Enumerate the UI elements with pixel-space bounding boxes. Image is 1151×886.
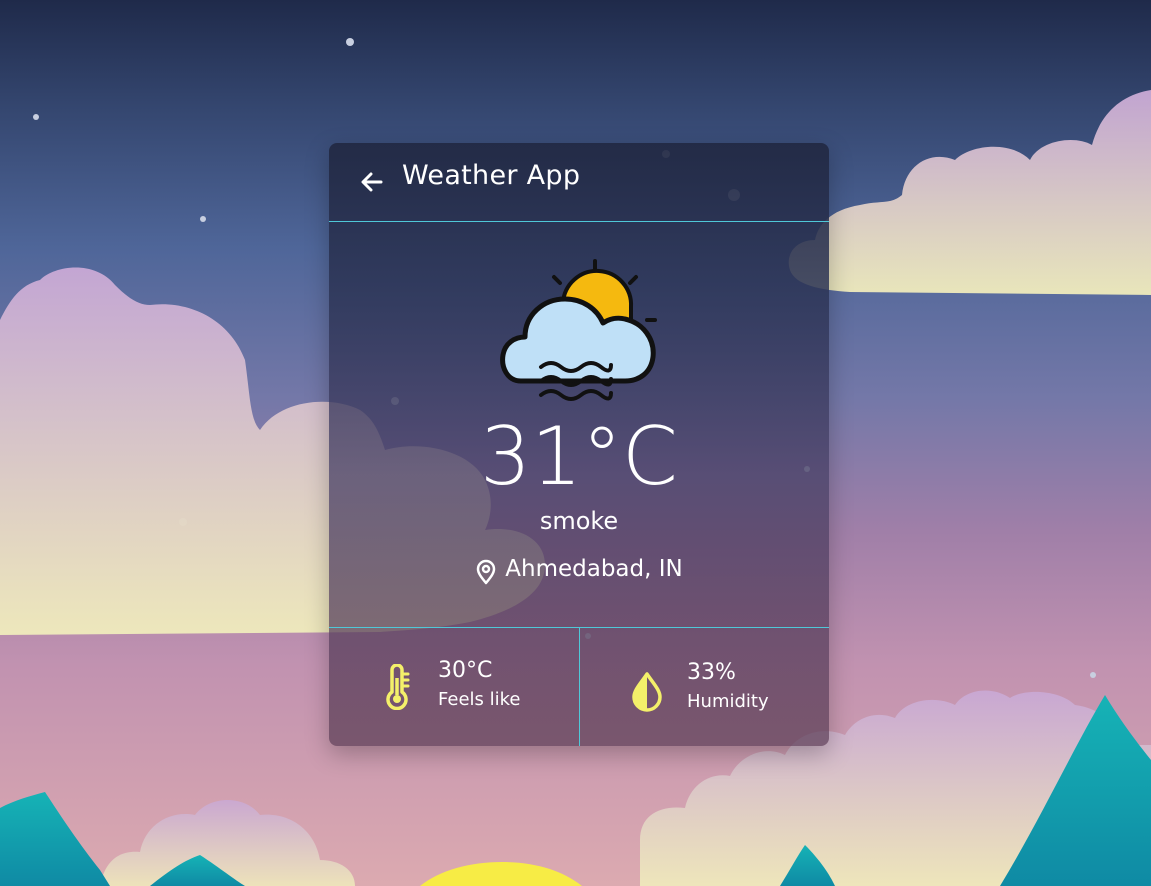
humidity-value: 33% xyxy=(687,660,736,685)
water-drop-icon xyxy=(632,672,662,712)
app-title: Weather App xyxy=(402,160,581,191)
location: Ahmedabad, IN xyxy=(329,553,829,585)
location-name: Ahmedabad, IN xyxy=(505,556,683,582)
temperature: 31°C xyxy=(480,410,678,503)
weather-condition: smoke xyxy=(539,507,619,535)
card-header: Weather App xyxy=(329,143,829,222)
cloud-sun-fog-icon xyxy=(500,259,657,401)
weather-card: Weather App 31°C smoke Ahmedabad, IN 30°… xyxy=(329,143,829,746)
weather-app-scene: Weather App 31°C smoke Ahmedabad, IN 30°… xyxy=(0,0,1151,886)
arrow-left-icon[interactable] xyxy=(359,169,385,195)
sun-horizon xyxy=(420,862,582,886)
thermometer-icon xyxy=(386,664,410,710)
feels-like-stat: 30°C Feels like xyxy=(329,628,578,746)
map-pin-icon xyxy=(477,559,496,585)
feels-like-value: 30°C xyxy=(438,658,493,683)
mountain-left xyxy=(0,792,110,886)
cloud-right-upper xyxy=(788,90,1151,295)
humidity-label: Humidity xyxy=(687,691,769,712)
cloud-bottom-left xyxy=(100,800,355,886)
weather-stats: 30°C Feels like 33% Humidity xyxy=(329,627,829,746)
feels-like-label: Feels like xyxy=(438,689,521,710)
humidity-stat: 33% Humidity xyxy=(580,628,829,746)
